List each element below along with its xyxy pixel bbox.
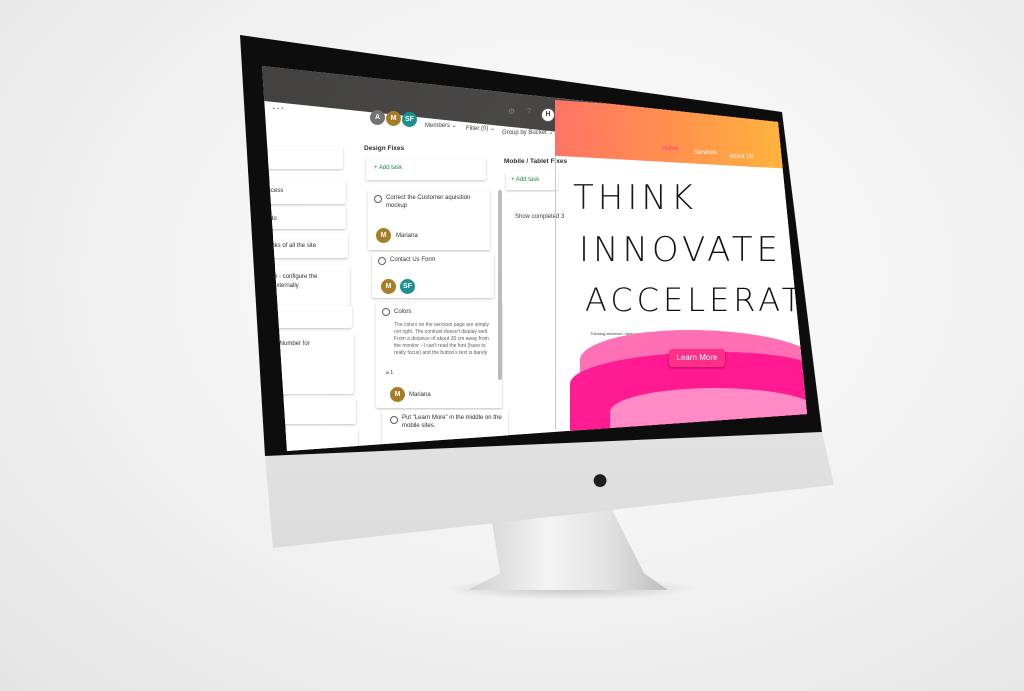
task-description: The colors on the services page are simp… xyxy=(394,322,490,356)
show-completed-label: Show completed xyxy=(515,214,560,220)
task-title: ccess xyxy=(268,188,284,194)
avatar-sf[interactable]: SF xyxy=(402,112,417,127)
learn-more-button[interactable]: Learn More xyxy=(669,349,725,367)
add-task-label: + Add task xyxy=(511,177,540,183)
assignee-avatar: SF xyxy=(400,279,415,294)
show-completed-toggle[interactable]: Show completed 3 xyxy=(515,214,564,220)
bucket-title-mobile[interactable]: Mobile / Tablet Fixes xyxy=(504,158,567,165)
headline-accelerate: ACCELERATE xyxy=(585,281,830,319)
imac-mockup: ● ... A M SF Members ⌄ Filter (0) ⌄ Grou… xyxy=(0,0,1024,691)
apple-logo-icon: ● xyxy=(590,463,610,496)
bucket-title-design[interactable]: Design Fixes xyxy=(364,145,404,152)
nav-home-link[interactable]: Home xyxy=(662,146,678,152)
nav-services-link[interactable]: Services xyxy=(694,150,717,156)
add-task-button[interactable]: + Add task xyxy=(366,158,486,180)
list-item[interactable]: ccess xyxy=(268,180,346,204)
headline-innovate: INNOVATE xyxy=(579,230,783,270)
task-title: Colors xyxy=(394,309,412,315)
settings-icon[interactable]: ⚙ xyxy=(508,107,515,116)
complete-checkbox[interactable] xyxy=(382,308,390,316)
members-label: Members xyxy=(425,123,451,129)
complete-checkbox[interactable] xyxy=(374,195,382,203)
list-item[interactable] xyxy=(268,147,343,169)
list-item[interactable]: anks of all the site xyxy=(268,234,348,258)
assignee-avatar: M xyxy=(381,279,396,294)
assignee-name: Mariana xyxy=(396,233,418,239)
chevron-down-icon: ⌄ xyxy=(490,126,496,132)
group-by-dropdown[interactable]: Group by Bucket ⌄ xyxy=(502,129,553,136)
completed-count: 3 xyxy=(561,214,565,220)
task-card[interactable]: Correct the Customer aquisition mockup M… xyxy=(368,190,490,250)
headline-think: THINK xyxy=(573,178,698,218)
list-item[interactable]: rdo xyxy=(268,207,346,229)
nav-about-link[interactable]: About Us xyxy=(729,154,754,160)
plus-icon: + xyxy=(374,165,378,171)
task-title: anks of all the site xyxy=(268,243,317,249)
task-title: Contact Us Form xyxy=(390,257,436,263)
chevron-down-icon: ⌄ xyxy=(548,130,554,136)
complete-checkbox[interactable] xyxy=(378,257,386,265)
filter-dropdown[interactable]: Filter (0) ⌄ xyxy=(466,125,495,132)
vertical-scrollbar[interactable] xyxy=(498,190,502,380)
add-task-button[interactable]: + Add task xyxy=(506,172,558,190)
avatar-m[interactable]: M xyxy=(386,111,401,126)
help-icon[interactable]: ? xyxy=(527,108,531,115)
assignee-name: Mariana xyxy=(409,392,431,398)
add-task-label: + Add task xyxy=(374,165,403,171)
paperclip-icon: ⌀ xyxy=(386,370,390,376)
members-dropdown[interactable]: Members ⌄ xyxy=(425,122,457,129)
task-title: Put "Learn More" in the middle on the mo… xyxy=(402,415,502,429)
assignee-avatar: M xyxy=(376,228,391,243)
list-item[interactable]: rdo xyxy=(268,306,352,328)
user-avatar[interactable]: H xyxy=(541,108,555,122)
assignee-avatar: M xyxy=(390,387,405,402)
chevron-down-icon: ⌄ xyxy=(451,123,457,129)
attachment-count: ⌀ 1 xyxy=(386,370,394,376)
avatar-a[interactable]: A xyxy=(370,110,385,125)
task-card[interactable]: Contact Us Form M SF xyxy=(372,252,494,298)
task-title: Correct the Customer aquisition mockup xyxy=(386,195,471,209)
task-card[interactable]: Colors The colors on the services page a… xyxy=(376,302,502,408)
plus-icon: + xyxy=(511,177,515,183)
complete-checkbox[interactable] xyxy=(390,416,398,424)
filter-label: Filter (0) xyxy=(466,126,489,132)
list-item[interactable]: site - configure the g externally xyxy=(268,266,350,306)
group-label: Group by Bucket xyxy=(502,130,547,136)
more-options-icon[interactable]: ... xyxy=(272,98,285,112)
